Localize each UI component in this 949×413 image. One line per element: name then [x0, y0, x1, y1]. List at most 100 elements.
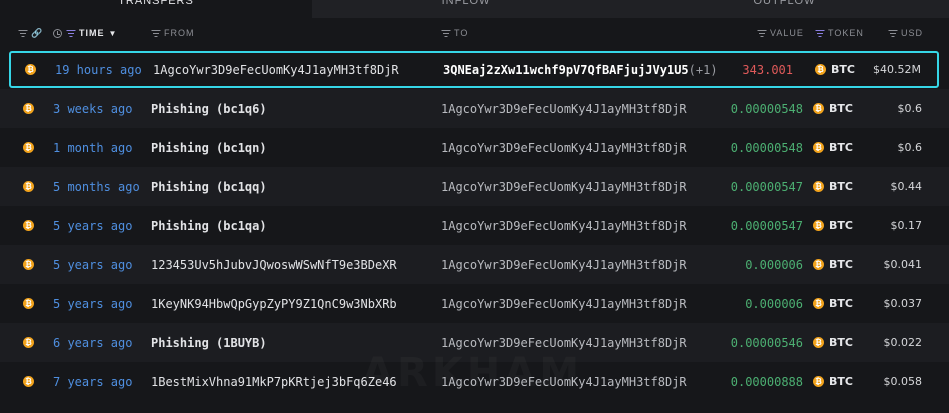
header-usd-label: USD [901, 28, 924, 38]
row-value: 0.00000547 [730, 179, 803, 194]
sort-desc-icon[interactable]: ▼ [109, 29, 118, 38]
row-token[interactable]: ₿ BTC [813, 167, 853, 206]
row-token[interactable]: ₿ BTC [813, 128, 853, 167]
btc-coin-icon: ₿ [813, 142, 824, 153]
row-value: 0.00000888 [730, 374, 803, 389]
row-value: 0.00000548 [730, 101, 803, 116]
header-from[interactable]: FROM [151, 28, 195, 38]
row-to-address-text[interactable]: 3QNEaj2zXw11wchf9pV7QfBAFjujJVy1U5 [443, 63, 689, 77]
btc-coin-icon: ₿ [23, 206, 34, 245]
btc-coin-icon: ₿ [23, 245, 34, 284]
row-to-address[interactable]: 3QNEaj2zXw11wchf9pV7QfBAFjujJVy1U5 (+1) [443, 53, 718, 86]
tab-transfers[interactable]: TRANSFERS [0, 0, 312, 18]
btc-coin-icon: ₿ [23, 167, 34, 206]
row-time-link[interactable]: 19 hours ago [55, 53, 142, 86]
filter-icon[interactable] [441, 29, 450, 37]
row-token-label: BTC [829, 375, 853, 388]
row-token[interactable]: ₿ BTC [813, 284, 853, 323]
row-from-address[interactable]: 1BestMixVhna91MkP7pKRtjej3bFq6Ze46 [151, 362, 397, 401]
row-usd: $0.17 [890, 219, 923, 232]
row-from-address[interactable]: 1AgcoYwr3D9eFecUomKy4J1ayMH3tf8DjR [153, 53, 399, 86]
table-row[interactable]: ₿ 5 years ago 123453Uv5hJubvJQwoswWSwNfT… [0, 245, 949, 284]
row-to-address[interactable]: 1AgcoYwr3D9eFecUomKy4J1ayMH3tf8DjR [441, 284, 687, 323]
tab-inflow[interactable]: INFLOW [312, 0, 620, 18]
header-to[interactable]: TO [441, 28, 468, 38]
filter-icon[interactable] [888, 29, 897, 37]
row-time-link[interactable]: 7 years ago [53, 362, 132, 401]
filter-icon[interactable] [151, 29, 160, 37]
row-token-label: BTC [829, 297, 853, 310]
row-to-extra[interactable]: (+1) [689, 63, 718, 77]
table-row[interactable]: ₿ 3 weeks ago Phishing (bc1q6) 1AgcoYwr3… [0, 89, 949, 128]
row-token[interactable]: ₿ BTC [815, 53, 855, 86]
header-time[interactable]: TIME ▼ [53, 28, 117, 38]
header-usd[interactable]: USD [888, 28, 923, 38]
row-token[interactable]: ₿ BTC [813, 323, 853, 362]
row-token-label: BTC [829, 258, 853, 271]
row-to-address[interactable]: 1AgcoYwr3D9eFecUomKy4J1ayMH3tf8DjR [441, 362, 687, 401]
row-value: 0.00000547 [730, 218, 803, 233]
row-from-address[interactable]: Phishing (1BUYB) [151, 323, 267, 362]
btc-coin-icon: ₿ [23, 89, 34, 128]
row-usd: $0.058 [883, 375, 923, 388]
row-to-address[interactable]: 1AgcoYwr3D9eFecUomKy4J1ayMH3tf8DjR [441, 128, 687, 167]
row-value: 0.00000548 [730, 140, 803, 155]
table-row[interactable]: ₿ 5 months ago Phishing (bc1qq) 1AgcoYwr… [0, 167, 949, 206]
row-from-address[interactable]: Phishing (bc1qq) [151, 167, 267, 206]
row-token[interactable]: ₿ BTC [813, 245, 853, 284]
btc-coin-icon: ₿ [813, 376, 824, 387]
row-token[interactable]: ₿ BTC [813, 362, 853, 401]
row-time-link[interactable]: 3 weeks ago [53, 89, 132, 128]
row-value: 343.001 [742, 62, 793, 77]
row-value: 0.000006 [745, 296, 803, 311]
row-usd: $0.6 [897, 102, 923, 115]
header-token-label: TOKEN [828, 28, 864, 38]
row-to-address[interactable]: 1AgcoYwr3D9eFecUomKy4J1ayMH3tf8DjR [441, 167, 687, 206]
row-usd: $0.6 [897, 141, 923, 154]
row-time-link[interactable]: 6 years ago [53, 323, 132, 362]
row-token-label: BTC [829, 180, 853, 193]
row-token[interactable]: ₿ BTC [813, 206, 853, 245]
row-token[interactable]: ₿ BTC [813, 89, 853, 128]
row-time-link[interactable]: 5 years ago [53, 245, 132, 284]
row-time-link[interactable]: 1 month ago [53, 128, 132, 167]
row-from-address[interactable]: Phishing (bc1qa) [151, 206, 267, 245]
link-icon[interactable]: 🔗 [31, 28, 43, 39]
row-usd: $0.022 [883, 336, 923, 349]
row-token-label: BTC [829, 219, 853, 232]
row-time-link[interactable]: 5 years ago [53, 284, 132, 323]
tab-outflow[interactable]: OUTFLOW [620, 0, 949, 18]
header-from-label: FROM [164, 28, 195, 38]
btc-coin-icon: ₿ [813, 337, 824, 348]
header-token[interactable]: TOKEN [815, 28, 864, 38]
btc-coin-icon: ₿ [813, 181, 824, 192]
table-row[interactable]: ₿ 5 years ago 1KeyNK94HbwQpGypZyPY9Z1QnC… [0, 284, 949, 323]
row-from-address[interactable]: 123453Uv5hJubvJQwoswWSwNfT9e3BDeXR [151, 245, 397, 284]
clock-icon [53, 28, 62, 38]
filter-icon[interactable] [18, 30, 27, 37]
row-to-address[interactable]: 1AgcoYwr3D9eFecUomKy4J1ayMH3tf8DjR [441, 323, 687, 362]
table-row[interactable]: ₿ 7 years ago 1BestMixVhna91MkP7pKRtjej3… [0, 362, 949, 401]
filter-icon[interactable] [66, 29, 75, 37]
row-from-address[interactable]: 1KeyNK94HbwQpGypZyPY9Z1QnC9w3NbXRb [151, 284, 397, 323]
table-header: 🔗 TIME ▼ FROM TO VALUE TOKEN USD [0, 18, 949, 48]
table-row[interactable]: ₿ 6 years ago Phishing (1BUYB) 1AgcoYwr3… [0, 323, 949, 362]
row-token-label: BTC [829, 102, 853, 115]
filter-icon[interactable] [815, 29, 824, 37]
header-value[interactable]: VALUE [757, 28, 804, 38]
filter-icon[interactable] [757, 29, 766, 37]
row-time-link[interactable]: 5 years ago [53, 206, 132, 245]
row-usd: $0.041 [883, 258, 923, 271]
table-row[interactable]: ₿ 5 years ago Phishing (bc1qa) 1AgcoYwr3… [0, 206, 949, 245]
row-from-address[interactable]: Phishing (bc1q6) [151, 89, 267, 128]
table-row[interactable]: ₿ 19 hours ago 1AgcoYwr3D9eFecUomKy4J1ay… [9, 51, 939, 88]
row-to-address[interactable]: 1AgcoYwr3D9eFecUomKy4J1ayMH3tf8DjR [441, 206, 687, 245]
row-to-address[interactable]: 1AgcoYwr3D9eFecUomKy4J1ayMH3tf8DjR [441, 89, 687, 128]
row-value: 0.00000546 [730, 335, 803, 350]
row-time-link[interactable]: 5 months ago [53, 167, 140, 206]
row-from-address[interactable]: Phishing (bc1qn) [151, 128, 267, 167]
btc-coin-icon: ₿ [23, 362, 34, 401]
tab-bar: TRANSFERS INFLOW OUTFLOW [0, 0, 949, 18]
row-to-address[interactable]: 1AgcoYwr3D9eFecUomKy4J1ayMH3tf8DjR [441, 245, 687, 284]
table-row[interactable]: ₿ 1 month ago Phishing (bc1qn) 1AgcoYwr3… [0, 128, 949, 167]
